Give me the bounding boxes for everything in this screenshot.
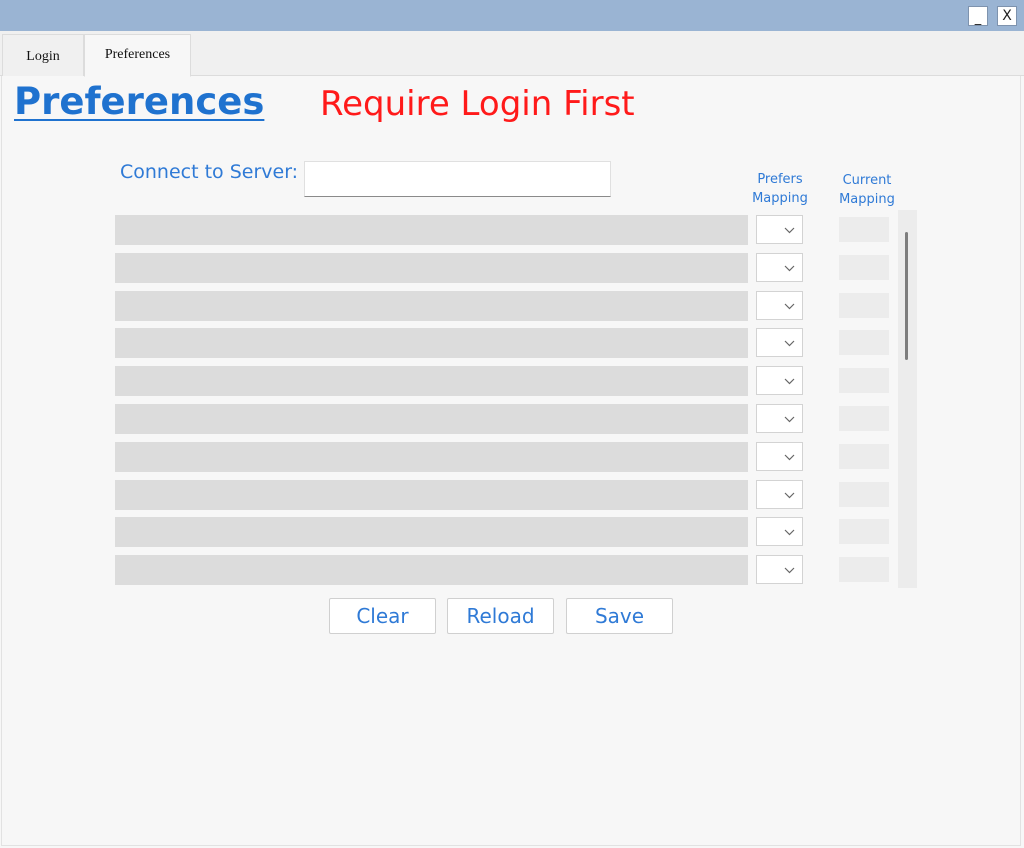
prefers-mapping-dropdown[interactable] [756, 404, 803, 433]
tab-login[interactable]: Login [2, 34, 84, 76]
mapping-row-name [115, 215, 748, 245]
current-mapping-cell [839, 557, 889, 582]
tab-preferences[interactable]: Preferences [84, 34, 191, 77]
current-mapping-cell [839, 255, 889, 280]
mapping-row-name [115, 366, 748, 396]
clear-button[interactable]: Clear [329, 598, 436, 634]
chevron-down-icon [784, 265, 795, 272]
current-mapping-cell [839, 330, 889, 355]
window-title-bar [0, 0, 1024, 31]
chevron-down-icon [784, 303, 795, 310]
chevron-down-icon [784, 454, 795, 461]
current-mapping-cell [839, 444, 889, 469]
server-input[interactable] [304, 161, 611, 197]
prefers-mapping-dropdown[interactable] [756, 366, 803, 395]
reload-button[interactable]: Reload [447, 598, 554, 634]
mapping-row-name [115, 555, 748, 585]
prefers-mapping-dropdown[interactable] [756, 253, 803, 282]
chevron-down-icon [784, 492, 795, 499]
current-mapping-cell [839, 217, 889, 242]
prefers-mapping-header: Prefers Mapping [752, 172, 808, 206]
mapping-row-name [115, 404, 748, 434]
close-icon[interactable]: X [997, 6, 1017, 26]
prefers-mapping-dropdown[interactable] [756, 215, 803, 244]
chevron-down-icon [784, 416, 795, 423]
prefers-mapping-dropdown[interactable] [756, 517, 803, 546]
mapping-row-name [115, 480, 748, 510]
scrollbar-thumb[interactable] [905, 232, 908, 360]
current-mapping-cell [839, 293, 889, 318]
current-mapping-cell [839, 368, 889, 393]
minimize-icon[interactable]: _ [968, 6, 988, 26]
prefers-mapping-dropdown[interactable] [756, 328, 803, 357]
prefers-mapping-dropdown[interactable] [756, 555, 803, 584]
server-label: Connect to Server: [120, 161, 299, 183]
save-button[interactable]: Save [566, 598, 673, 634]
chevron-down-icon [784, 529, 795, 536]
prefers-mapping-dropdown[interactable] [756, 480, 803, 509]
current-mapping-header: Current Mapping [839, 173, 895, 207]
mapping-row-name [115, 291, 748, 321]
mapping-row-name [115, 517, 748, 547]
chevron-down-icon [784, 227, 795, 234]
mapping-row-name [115, 328, 748, 358]
current-mapping-cell [839, 519, 889, 544]
login-required-warning: Require Login First [320, 84, 635, 124]
page-title: Preferences [14, 80, 265, 123]
prefers-mapping-dropdown[interactable] [756, 291, 803, 320]
chevron-down-icon [784, 378, 795, 385]
mapping-row-name [115, 442, 748, 472]
chevron-down-icon [784, 340, 795, 347]
mapping-row-name [115, 253, 748, 283]
prefers-mapping-dropdown[interactable] [756, 442, 803, 471]
chevron-down-icon [784, 567, 795, 574]
current-mapping-cell [839, 482, 889, 507]
current-mapping-cell [839, 406, 889, 431]
